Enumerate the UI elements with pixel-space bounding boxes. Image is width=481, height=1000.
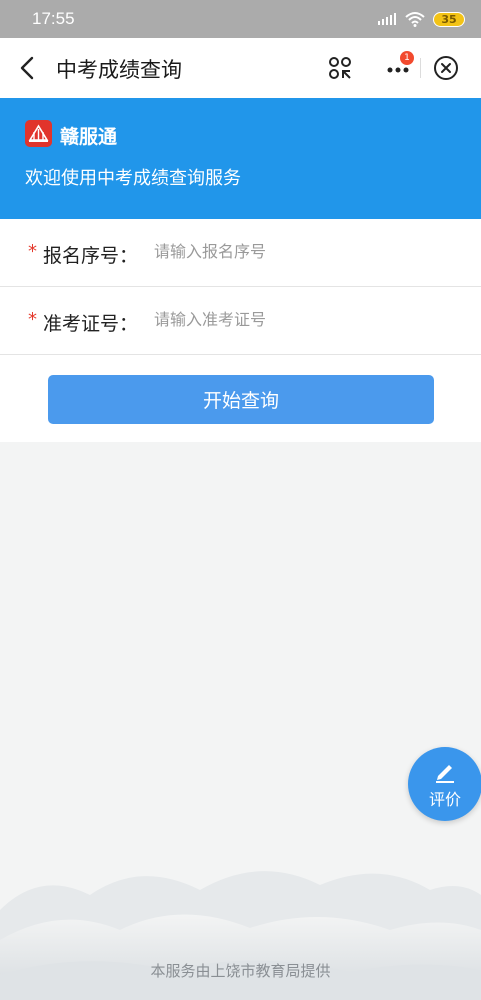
- required-mark: *: [28, 309, 37, 330]
- brand-name: 赣服通: [60, 127, 118, 148]
- wifi-icon: [405, 12, 425, 27]
- pencil-icon: [436, 765, 454, 783]
- rate-button[interactable]: 评价: [408, 747, 481, 821]
- rate-label: 评价: [428, 792, 461, 809]
- required-mark: *: [28, 241, 37, 262]
- battery-icon: 35: [433, 11, 465, 27]
- nav-divider: [420, 58, 421, 78]
- registration-number-label: 报名序号：: [43, 246, 139, 267]
- service-banner: 赣服通 欢迎使用中考成绩查询服务: [0, 98, 481, 219]
- close-icon[interactable]: [432, 54, 460, 82]
- scan-icon[interactable]: [327, 55, 353, 81]
- form-row-admission: * 准考证号：: [0, 287, 481, 355]
- admission-ticket-input[interactable]: [154, 305, 454, 337]
- registration-number-input[interactable]: [154, 237, 454, 269]
- back-icon[interactable]: [14, 54, 42, 82]
- battery-level: 35: [441, 12, 457, 26]
- form-row-registration: * 报名序号：: [0, 219, 481, 287]
- signal-icon: [378, 13, 396, 25]
- welcome-text: 欢迎使用中考成绩查询服务: [25, 168, 241, 188]
- footer-provider-text: 本服务由上饶市教育局提供: [150, 963, 331, 980]
- notification-badge: 1: [400, 51, 414, 65]
- ganfutong-logo-icon: [25, 120, 52, 147]
- query-form: * 报名序号： * 准考证号： 开始查询: [0, 219, 481, 442]
- status-icons: 35: [377, 11, 465, 27]
- start-query-button[interactable]: 开始查询: [48, 375, 434, 424]
- nav-bar: 中考成绩查询: [0, 38, 481, 98]
- admission-ticket-label: 准考证号：: [43, 314, 139, 335]
- status-time: 17:55: [32, 9, 75, 28]
- status-bar: 17:55 35: [0, 0, 481, 38]
- page-title: 中考成绩查询: [56, 59, 182, 82]
